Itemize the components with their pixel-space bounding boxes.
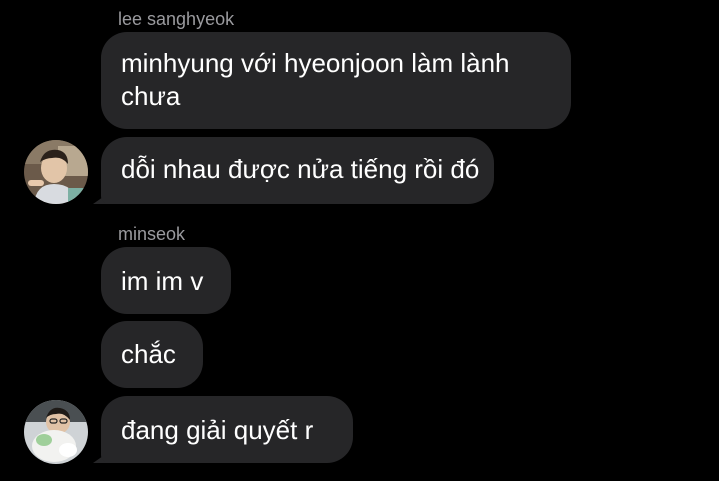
profile-photo-icon	[24, 140, 88, 204]
message-text: im im v	[121, 266, 204, 296]
message-text: dỗi nhau được nửa tiếng rồi đó	[121, 154, 480, 184]
message-text: chắc	[121, 339, 176, 369]
message-bubble[interactable]: đang giải quyết r	[101, 396, 353, 463]
avatar[interactable]	[24, 400, 88, 464]
sender-name: minseok	[118, 224, 186, 244]
avatar[interactable]	[24, 140, 88, 204]
sender-name: lee sanghyeok	[118, 9, 235, 29]
message-bubble[interactable]: minhyung với hyeonjoon làm lành chưa	[101, 32, 571, 129]
message-text: minhyung với hyeonjoon làm lành	[121, 48, 510, 78]
message-text: chưa	[121, 81, 181, 111]
message-bubble[interactable]: im im v	[101, 247, 231, 314]
profile-photo-icon	[24, 400, 88, 464]
message-bubble[interactable]: chắc	[101, 321, 203, 388]
message-text: đang giải quyết r	[121, 415, 314, 445]
message-bubble[interactable]: dỗi nhau được nửa tiếng rồi đó	[101, 137, 494, 204]
